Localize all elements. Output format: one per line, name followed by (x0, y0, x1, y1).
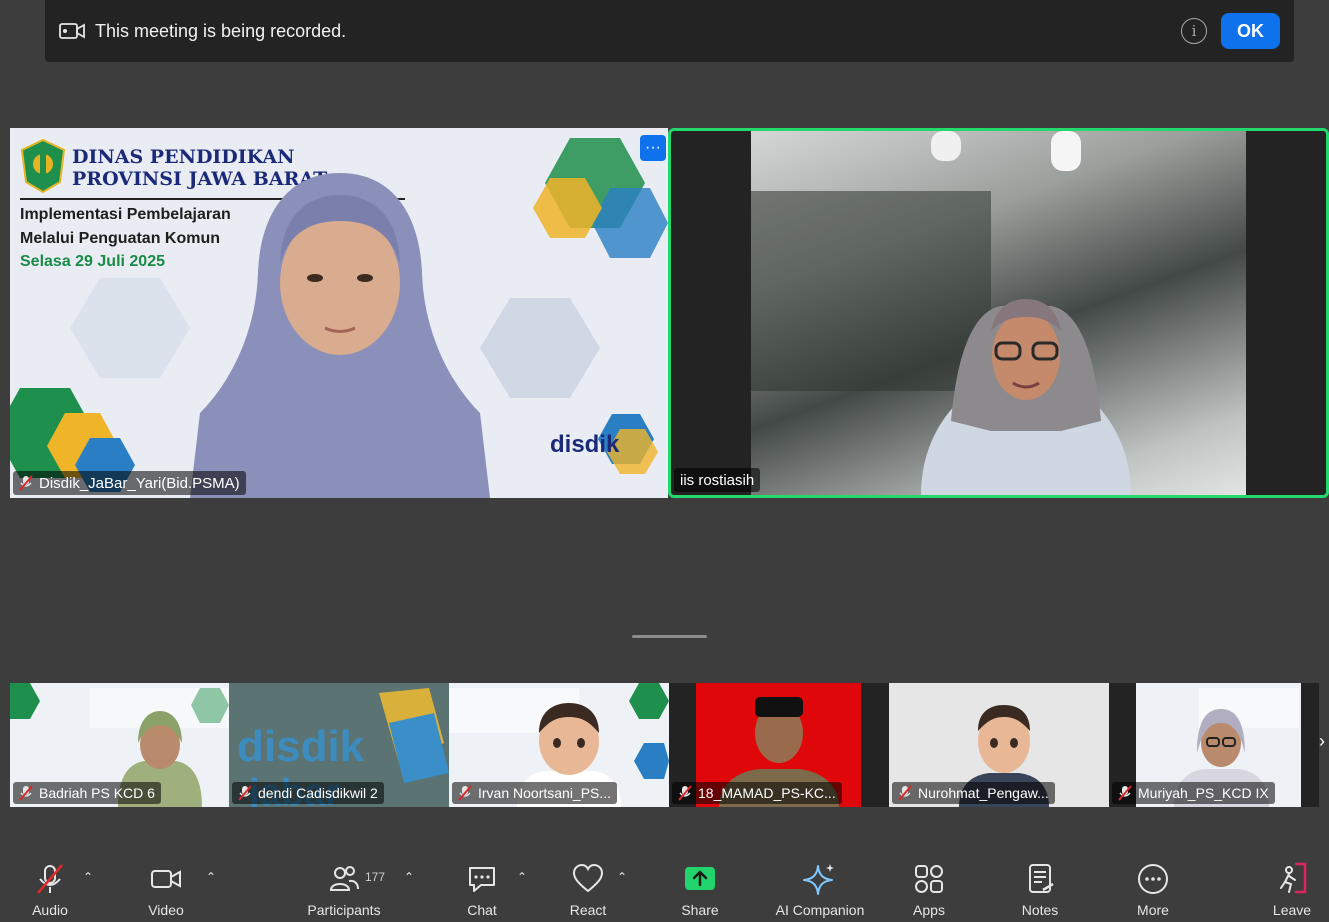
gallery-resize-handle[interactable] (632, 635, 707, 638)
share-button[interactable]: Share (670, 850, 730, 922)
chat-button[interactable]: Chat (452, 850, 512, 922)
participant-name-tag: Disdik_JaBar_Yari(Bid.PSMA) (13, 471, 246, 495)
mic-muted-icon (458, 785, 472, 801)
audio-button[interactable]: Audio (20, 850, 80, 922)
presenter-figure (190, 173, 490, 498)
video-tile-presenter[interactable]: DINAS PENDIDIKAN PROVINSI JAWA BARAT Imp… (10, 128, 668, 498)
apps-button[interactable]: Apps (899, 850, 959, 922)
heart-icon (572, 863, 604, 893)
participants-count: 177 (365, 870, 386, 884)
mic-muted-icon (898, 785, 912, 801)
mic-muted-icon (238, 785, 252, 801)
video-options-caret-icon[interactable]: ⌃ (206, 870, 216, 884)
participant-name-tag: Irvan Noortsani_PS... (452, 782, 618, 804)
video-button[interactable]: Video (136, 850, 196, 922)
chat-bubble-icon (469, 867, 495, 892)
recording-camera-icon (59, 23, 85, 39)
react-options-caret-icon[interactable]: ⌃ (617, 870, 627, 884)
participants-icon (329, 866, 359, 891)
crest-logo-icon (20, 138, 66, 194)
ok-button[interactable]: OK (1221, 13, 1280, 49)
thumbnail-tile[interactable]: Irvan Noortsani_PS... (449, 683, 669, 807)
svg-text:disdik: disdik (237, 722, 365, 771)
participant-name-tag: 18_MAMAD_PS-KC... (672, 782, 842, 804)
tile-more-options-button[interactable]: ··· (640, 135, 666, 161)
info-icon[interactable]: i (1181, 18, 1207, 44)
disdik-logo-text: disdik (550, 431, 620, 458)
thumbnail-tile[interactable]: Badriah PS KCD 6 (10, 683, 229, 807)
disdik-logo-icon: disdik (550, 414, 658, 474)
leave-button[interactable]: Leave (1266, 850, 1318, 922)
meeting-toolbar: Audio ⌃ Video ⌃ Participants 177 ⌃ Chat … (0, 850, 1329, 922)
more-button[interactable]: More (1123, 850, 1183, 922)
notes-button[interactable]: Notes (1010, 850, 1070, 922)
camera-feed (751, 131, 1246, 495)
audio-options-caret-icon[interactable]: ⌃ (83, 870, 93, 884)
notes-icon (1029, 864, 1054, 893)
thumbnail-tile[interactable]: disdik jabar dendi Cadisdikwil 2 (229, 683, 449, 807)
video-tile-active-speaker[interactable]: iis rostiasih (668, 128, 1329, 498)
participant-name-tag: Nurohmat_Pengaw... (892, 782, 1055, 804)
apps-grid-icon (915, 865, 943, 893)
react-button[interactable]: React (558, 850, 618, 922)
participant-name-tag: iis rostiasih (674, 468, 761, 492)
participant-name-tag: Muriyah_PS_KCD IX (1112, 782, 1275, 804)
thumbnail-tile[interactable]: Nurohmat_Pengaw... (889, 683, 1109, 807)
participants-options-caret-icon[interactable]: ⌃ (404, 870, 414, 884)
slide-date: Selasa 29 Juli 2025 (20, 253, 165, 270)
share-screen-icon (685, 867, 715, 890)
recording-message: This meeting is being recorded. (95, 20, 347, 41)
chat-options-caret-icon[interactable]: ⌃ (517, 870, 527, 884)
mic-muted-icon (1118, 785, 1132, 801)
thumbnail-tile[interactable]: Muriyah_PS_KCD IX (1109, 683, 1319, 807)
mic-muted-icon (19, 475, 33, 491)
recording-banner: This meeting is being recorded. i OK (45, 0, 1294, 62)
mic-muted-icon (678, 785, 692, 801)
more-dots-icon (1138, 864, 1168, 894)
thumbnail-tile[interactable]: 18_MAMAD_PS-KC... (669, 683, 889, 807)
next-page-arrow-icon[interactable]: › (1319, 731, 1329, 752)
ai-companion-button[interactable]: AI Companion (770, 850, 870, 922)
leave-door-icon (1280, 862, 1307, 894)
meeting-window: This meeting is being recorded. i OK DIN… (0, 0, 1329, 922)
mic-muted-icon (19, 785, 33, 801)
mic-muted-icon (37, 864, 63, 894)
participant-name-tag: dendi Cadisdikwil 2 (232, 782, 384, 804)
sparkle-icon (803, 864, 834, 895)
participants-button[interactable]: Participants (304, 850, 384, 922)
video-camera-icon (151, 870, 181, 888)
participant-name-tag: Badriah PS KCD 6 (13, 782, 161, 804)
